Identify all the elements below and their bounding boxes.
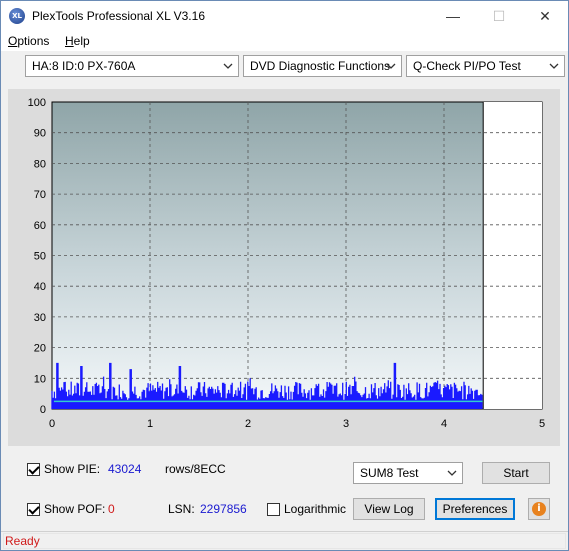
test-select-value: Q-Check PI/PO Test: [413, 59, 521, 73]
toolbar: HA:8 ID:0 PX-760A DVD Diagnostic Functio…: [1, 51, 568, 83]
show-pie-label: Show PIE:: [44, 462, 101, 476]
info-button[interactable]: i: [528, 498, 550, 520]
menu-help-accel: H: [65, 34, 74, 48]
x-tick-label: 4: [441, 418, 447, 430]
drive-select[interactable]: HA:8 ID:0 PX-760A: [25, 55, 239, 77]
sum8-select-value: SUM8 Test: [360, 466, 419, 480]
plextools-logo-icon: XL: [9, 8, 25, 24]
status-text: Ready: [5, 534, 40, 548]
y-tick-label: 40: [34, 281, 46, 293]
x-tick-label: 0: [49, 418, 55, 430]
logarithmic-label: Logarithmic: [284, 502, 347, 516]
pie-units: rows/8ECC: [165, 462, 226, 476]
menu-options[interactable]: Options: [8, 34, 49, 48]
chevron-down-icon: [549, 63, 559, 69]
function-select-value: DVD Diagnostic Functions: [250, 59, 391, 73]
x-tick-label: 2: [245, 418, 251, 430]
minimize-icon[interactable]: —: [430, 1, 476, 31]
x-tick-label: 5: [539, 418, 545, 430]
preferences-button[interactable]: Preferences: [435, 498, 515, 520]
start-button[interactable]: Start: [482, 462, 550, 484]
y-tick-label: 30: [34, 312, 46, 324]
maximize-icon[interactable]: ☐: [476, 1, 522, 31]
pipo-chart: 0 10 20 30 40 50 60 70 80 90 100 0 1 2 3 4 5: [28, 97, 545, 430]
x-tick-label: 1: [147, 418, 153, 430]
close-icon[interactable]: ✕: [522, 1, 568, 31]
chevron-down-icon: [386, 63, 396, 69]
y-tick-label: 0: [40, 404, 46, 416]
drive-select-value: HA:8 ID:0 PX-760A: [32, 59, 136, 73]
y-tick-label: 10: [34, 373, 46, 385]
logarithmic-toggle[interactable]: Logarithmic: [267, 502, 346, 516]
show-pof-label: Show POF:: [44, 502, 106, 516]
function-select[interactable]: DVD Diagnostic Functions: [243, 55, 402, 77]
y-tick-label: 90: [34, 128, 46, 140]
pof-value: 0: [108, 502, 115, 516]
chevron-down-icon: [447, 470, 457, 476]
pie-value: 43024: [108, 462, 142, 476]
y-tick-label: 60: [34, 220, 46, 232]
view-log-button[interactable]: View Log: [353, 498, 425, 520]
y-tick-label: 20: [34, 343, 46, 355]
y-tick-label: 70: [34, 189, 46, 201]
info-icon: i: [532, 502, 546, 516]
menu-options-accel: O: [8, 34, 18, 48]
menu-help-label: elp: [73, 34, 90, 48]
chevron-down-icon: [223, 63, 233, 69]
show-pie-toggle[interactable]: Show PIE:: [27, 462, 100, 476]
title-bar: XL PlexTools Professional XL V3.16 — ☐ ✕: [1, 1, 568, 31]
lsn-value: 2297856: [200, 502, 247, 516]
menu-bar: Options Help: [1, 31, 568, 51]
menu-help[interactable]: Help: [65, 34, 90, 48]
menu-options-label: ptions: [17, 34, 50, 48]
show-pof-checkbox[interactable]: [27, 502, 40, 516]
chart-frame: 0 10 20 30 40 50 60 70 80 90 100 0 1 2 3 4 5: [8, 89, 560, 446]
y-tick-label: 50: [34, 251, 46, 263]
status-pane: [3, 533, 566, 549]
test-select[interactable]: Q-Check PI/PO Test: [406, 55, 565, 77]
app-window: XL PlexTools Professional XL V3.16 — ☐ ✕…: [0, 0, 569, 551]
sum8-select[interactable]: SUM8 Test: [353, 462, 463, 484]
window-title: PlexTools Professional XL V3.16: [32, 9, 205, 23]
status-bar: Ready: [1, 531, 568, 550]
y-tick-label: 100: [28, 97, 46, 109]
logarithmic-checkbox[interactable]: [267, 502, 280, 516]
y-tick-label: 80: [34, 158, 46, 170]
show-pie-checkbox[interactable]: [27, 462, 40, 476]
show-pof-toggle[interactable]: Show POF:: [27, 502, 105, 516]
x-tick-label: 3: [343, 418, 349, 430]
control-panel: Show PIE: 43024 rows/8ECC SUM8 Test Star…: [8, 452, 560, 528]
lsn-label: LSN:: [168, 502, 195, 516]
